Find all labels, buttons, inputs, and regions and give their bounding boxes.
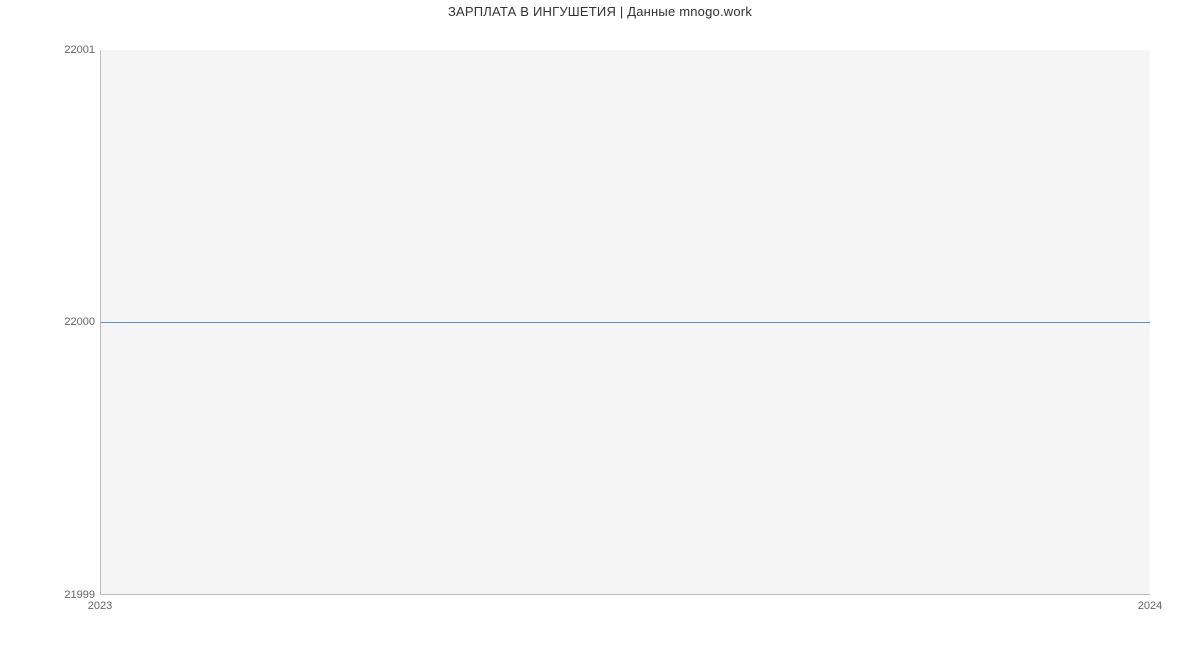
series-line xyxy=(101,322,1150,323)
chart-container: ЗАРПЛАТА В ИНГУШЕТИЯ | Данные mnogo.work… xyxy=(0,0,1200,650)
y-tick-label: 22000 xyxy=(64,316,95,328)
plot-area xyxy=(100,50,1150,595)
y-tick-label: 22001 xyxy=(64,44,95,56)
chart-title: ЗАРПЛАТА В ИНГУШЕТИЯ | Данные mnogo.work xyxy=(0,4,1200,19)
x-tick-label: 2024 xyxy=(1138,600,1162,612)
x-tick-label: 2023 xyxy=(88,600,112,612)
